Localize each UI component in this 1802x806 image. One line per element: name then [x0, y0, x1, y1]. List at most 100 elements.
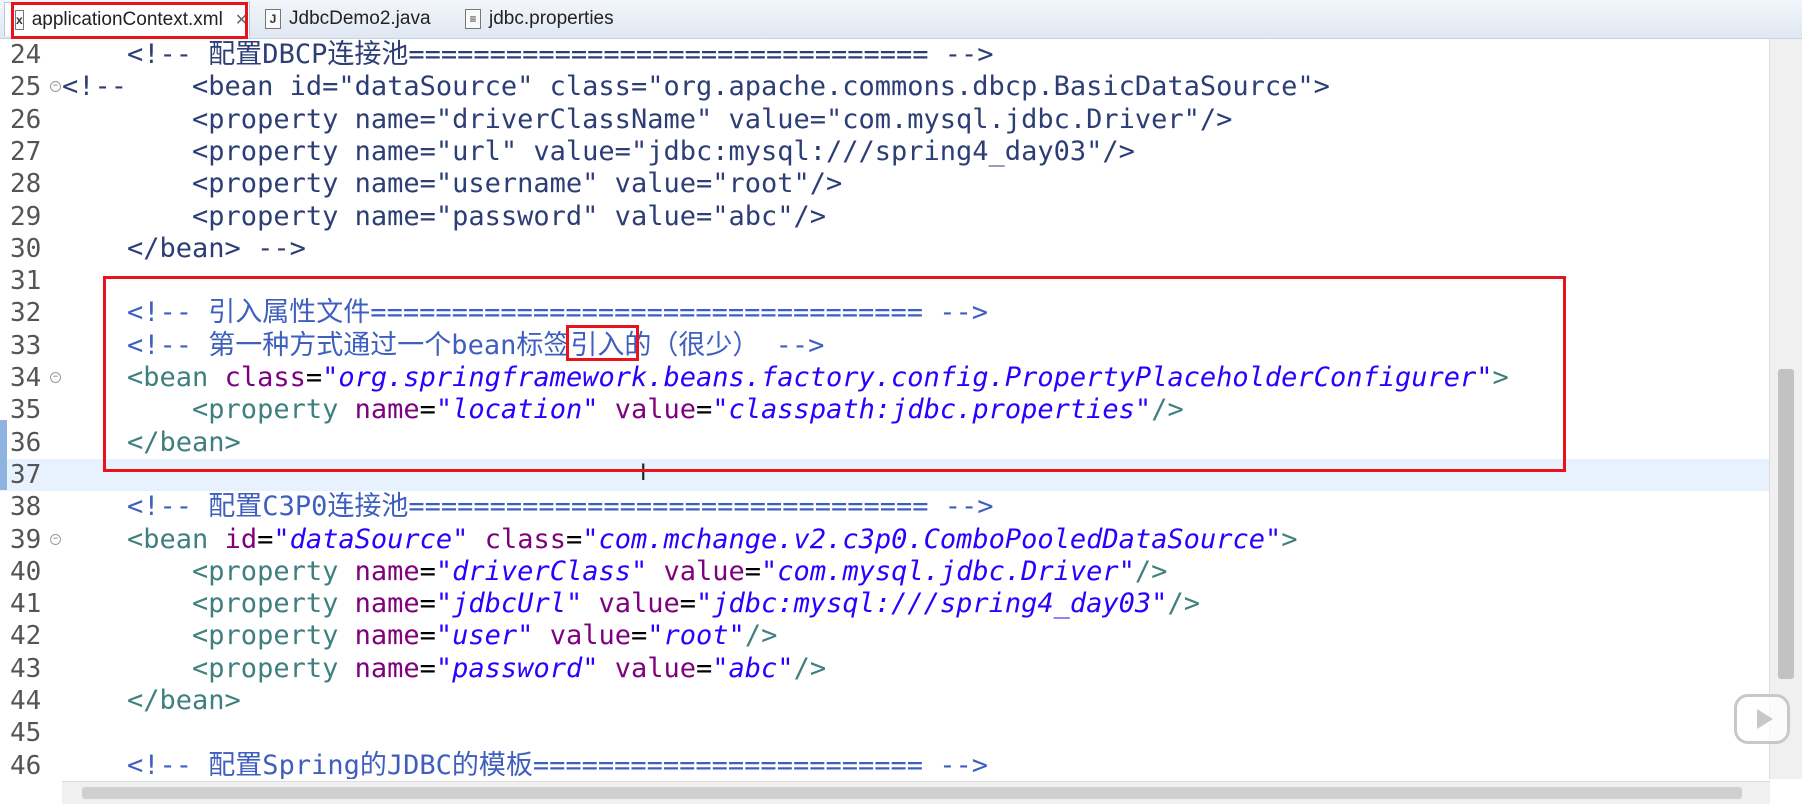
code-token: <!-- 配置Spring的JDBC的模板===================…: [127, 749, 989, 779]
code-token: name: [354, 652, 420, 684]
code-token: "password": [435, 652, 599, 684]
code-text: <property name="driverClass" value="com.…: [62, 556, 1167, 588]
fold-toggle-icon[interactable]: −: [50, 533, 61, 545]
code-line[interactable]: 42 <property name="user" value="root"/>: [0, 620, 1770, 652]
code-text: <property name="username" value="root"/>: [62, 168, 842, 200]
code-line[interactable]: 43 <property name="password" value="abc"…: [0, 653, 1770, 685]
code-token: />: [793, 652, 827, 684]
code-token: <property name="username" value="root"/>: [62, 168, 843, 200]
editor-tab-bar: x applicationContext.xml ✕ J JdbcDemo2.j…: [0, 0, 1802, 39]
code-line[interactable]: 25− <!-- <bean id="dataSource" class="org…: [0, 71, 1770, 103]
tab-label: JdbcDemo2.java: [289, 8, 431, 29]
code-token: name: [354, 588, 420, 620]
code-token: />: [1134, 555, 1168, 587]
code-token: <property: [62, 588, 355, 620]
code-text: <property name="password" value="abc"/>: [62, 201, 826, 233]
line-number: 26: [10, 104, 42, 135]
line-number: 46: [10, 750, 42, 779]
line-number: 45: [10, 718, 42, 749]
code-token: <property: [62, 620, 355, 652]
line-number: 33: [10, 330, 42, 361]
code-token: =: [419, 652, 436, 684]
code-token: =: [631, 620, 648, 652]
line-number: 44: [10, 686, 42, 716]
code-token: </bean>: [62, 685, 241, 716]
code-line[interactable]: 45: [0, 717, 1770, 749]
vertical-scrollbar[interactable]: [1769, 39, 1802, 779]
code-token: =: [419, 588, 436, 620]
change-ruler-marker: [0, 420, 7, 490]
tab-jdbcdemo2-java[interactable]: J JdbcDemo2.java: [255, 2, 445, 36]
code-token: <property: [62, 555, 355, 587]
code-token: <!-- 配置C3P0连接池==========================…: [127, 491, 994, 523]
line-number: 40: [10, 556, 42, 587]
code-token: "root": [647, 620, 745, 652]
code-text: <property name="url" value="jdbc:mysql:/…: [62, 136, 1135, 168]
code-token: "jdbc:mysql:///spring4_day03": [696, 588, 1168, 620]
code-line[interactable]: 40 <property name="driverClass" value="c…: [0, 556, 1770, 588]
code-line[interactable]: 27 <property name="url" value="jdbc:mysq…: [0, 136, 1770, 168]
line-number: 39: [10, 524, 42, 555]
code-token: =: [419, 620, 436, 652]
line-number: 29: [10, 201, 42, 232]
code-line[interactable]: 26 <property name="driverClassName" valu…: [0, 104, 1770, 136]
code-text: <property name="user" value="root"/>: [62, 620, 777, 652]
code-token: =: [679, 588, 697, 620]
code-token: name: [354, 620, 420, 652]
code-token: =: [744, 555, 762, 587]
code-line[interactable]: 38 <!-- 配置C3P0连接池=======================…: [0, 491, 1770, 523]
annotation-box-code: [103, 276, 1566, 472]
code-token: </bean> -->: [62, 232, 306, 264]
line-number: 24: [10, 40, 42, 70]
play-icon[interactable]: [1734, 694, 1790, 744]
line-number: 30: [10, 233, 42, 264]
code-token: value: [663, 555, 745, 587]
tab-label: jdbc.properties: [489, 8, 614, 29]
code-line[interactable]: 39− <bean id="dataSource" class="com.mch…: [0, 524, 1770, 556]
code-line[interactable]: 28 <property name="username" value="root…: [0, 168, 1770, 200]
code-token: "driverClass": [435, 555, 648, 587]
code-token: "dataSource": [273, 523, 469, 555]
code-text: <!-- 配置DBCP连接池==========================…: [62, 39, 994, 71]
code-token: <property name="password" value="abc"/>: [62, 200, 827, 232]
code-token: <property name="url" value="jdbc:mysql:/…: [62, 135, 1135, 167]
code-line[interactable]: 44 </bean>: [0, 685, 1770, 717]
line-number: 37: [10, 459, 42, 490]
code-text: <!-- <bean id="dataSource" class="org.ap…: [62, 71, 1330, 103]
code-token: value: [614, 652, 697, 684]
code-line[interactable]: 24 <!-- 配置DBCP连接池=======================…: [0, 39, 1770, 71]
horizontal-scrollbar[interactable]: [62, 781, 1770, 804]
code-text: <property name="driverClassName" value="…: [62, 104, 1232, 136]
fold-toggle-icon[interactable]: −: [50, 372, 61, 383]
code-token: name: [354, 555, 420, 587]
code-line[interactable]: 29 <property name="password" value="abc"…: [0, 201, 1770, 233]
code-token: class: [484, 523, 566, 555]
scrollbar-thumb[interactable]: [82, 787, 1742, 799]
code-token: "jdbcUrl": [435, 588, 583, 620]
code-token: id: [224, 523, 258, 555]
code-token: <!-- 配置DBCP连接池==========================…: [127, 39, 994, 70]
code-text: </bean> -->: [62, 233, 306, 265]
code-token: <property: [62, 652, 355, 684]
line-number: 34: [10, 363, 42, 393]
properties-file-icon: ≡: [465, 9, 481, 29]
code-line[interactable]: 46 <!-- 配置Spring的JDBC的模板================…: [0, 750, 1770, 779]
code-text: </bean>: [62, 685, 241, 717]
code-token: =: [419, 555, 436, 587]
code-line[interactable]: 30 </bean> -->: [0, 233, 1770, 265]
code-token: value: [549, 620, 631, 652]
line-number: 42: [10, 621, 42, 652]
code-line[interactable]: 41 <property name="jdbcUrl" value="jdbc:…: [0, 588, 1770, 620]
code-token: "user": [435, 620, 534, 652]
code-text: <property name="jdbcUrl" value="jdbc:mys…: [62, 588, 1200, 620]
fold-toggle-icon[interactable]: −: [50, 81, 61, 93]
scrollbar-thumb[interactable]: [1778, 369, 1794, 679]
annotation-box-rare: [566, 325, 639, 361]
tab-jdbc-properties[interactable]: ≡ jdbc.properties: [455, 2, 645, 36]
